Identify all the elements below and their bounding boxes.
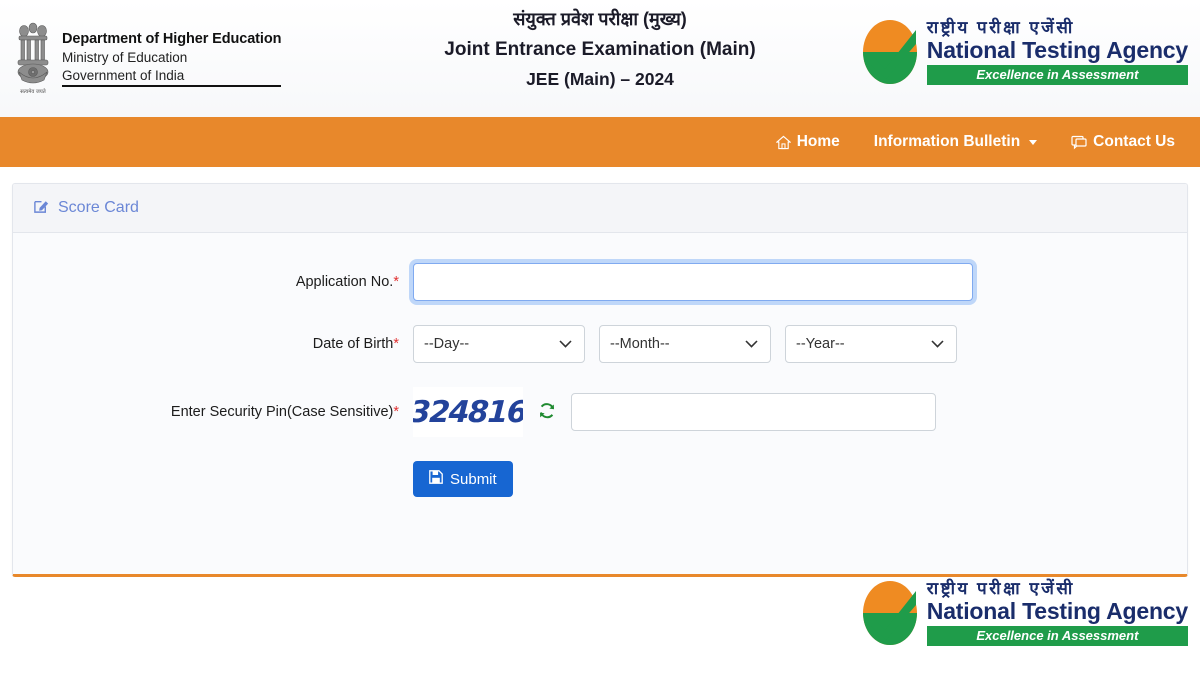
government-name: Government of India — [62, 67, 185, 83]
nav-item-home-label: Home — [796, 133, 840, 150]
nta-tick-oval-icon — [859, 577, 921, 649]
refresh-captcha-button[interactable] — [537, 401, 557, 424]
department-name: Department of Higher Education — [62, 30, 282, 47]
dob-year-wrapper: --Year-- — [785, 325, 957, 363]
nta-name-hindi: राष्ट्रीय परीक्षा एजेंसी — [926, 578, 1075, 598]
nta-name-hindi: राष्ट्रीय परीक्षा एजेंसी — [926, 17, 1075, 37]
nav-item-contact-us[interactable]: Contact Us — [1071, 133, 1175, 151]
nta-tagline: Excellence in Assessment — [926, 65, 1188, 86]
form-row-date-of-birth: Date of Birth* --Day-- --Month-- --Year-… — [13, 325, 1187, 363]
required-asterisk: * — [393, 404, 399, 420]
nta-name-english: National Testing Agency — [926, 598, 1188, 625]
ministry-name: Ministry of Education — [62, 49, 188, 65]
captcha-image: 324816 — [413, 387, 523, 437]
required-asterisk: * — [393, 336, 399, 352]
application-no-label: Application No.* — [13, 274, 413, 290]
date-of-birth-label-text: Date of Birth — [312, 336, 394, 352]
security-pin-input[interactable] — [571, 393, 936, 431]
application-no-label-text: Application No. — [295, 274, 394, 290]
submit-button[interactable]: Submit — [413, 461, 513, 497]
nta-tick-oval-icon — [859, 16, 921, 88]
site-header: सत्यमेव जयते Department of Higher Educat… — [0, 0, 1200, 117]
score-card-title: Score Card — [58, 199, 139, 216]
form-row-security-pin: Enter Security Pin(Case Sensitive)* 3248… — [13, 387, 1187, 437]
refresh-icon — [537, 401, 557, 424]
home-icon — [775, 135, 791, 150]
edit-square-icon — [33, 197, 50, 219]
date-of-birth-label: Date of Birth* — [13, 336, 413, 352]
score-card-panel: Score Card Application No.* Date of Birt… — [12, 183, 1188, 577]
captcha-text: 324816 — [413, 394, 523, 430]
site-footer: राष्ट्रीय परीक्षा एजेंसी National Testin… — [0, 577, 1200, 669]
nav-item-contact-us-label: Contact Us — [1093, 133, 1175, 150]
dob-year-select[interactable]: --Year-- — [785, 325, 957, 363]
nta-logo-header: राष्ट्रीय परीक्षा एजेंसी National Testin… — [859, 16, 1188, 88]
chevron-down-icon — [1029, 139, 1038, 145]
nta-logo-footer: राष्ट्रीय परीक्षा एजेंसी National Testin… — [859, 577, 1188, 649]
dob-month-select[interactable]: --Month-- — [599, 325, 771, 363]
emblem-caption: सत्यमेव जयते — [20, 88, 47, 95]
nav-item-information-bulletin-label: Information Bulletin — [873, 133, 1021, 150]
dob-day-select[interactable]: --Day-- — [413, 325, 585, 363]
score-card-form: Application No.* Date of Birth* --Day-- — [13, 233, 1187, 497]
score-card-header: Score Card — [13, 184, 1187, 233]
security-pin-label-text: Enter Security Pin(Case Sensitive) — [170, 404, 394, 420]
form-row-submit: Submit — [13, 461, 1187, 497]
dob-day-wrapper: --Day-- — [413, 325, 585, 363]
india-state-emblem-icon: सत्यमेव जयते — [17, 22, 49, 95]
nav-item-information-bulletin[interactable]: Information Bulletin — [873, 133, 1038, 151]
security-pin-label: Enter Security Pin(Case Sensitive)* — [13, 404, 413, 420]
dob-month-wrapper: --Month-- — [599, 325, 771, 363]
submit-field-group: Submit — [413, 461, 513, 497]
application-no-input[interactable] — [413, 263, 973, 301]
nta-logo-text: राष्ट्रीय परीक्षा एजेंसी National Testin… — [926, 578, 1188, 647]
submit-button-label: Submit — [450, 470, 497, 488]
nta-name-english: National Testing Agency — [926, 37, 1188, 64]
main-navigation: Home Information Bulletin Contact Us — [0, 117, 1200, 167]
application-no-field-group — [413, 263, 973, 301]
nav-item-home[interactable]: Home — [775, 133, 840, 151]
date-of-birth-field-group: --Day-- --Month-- --Year-- — [413, 325, 957, 363]
required-asterisk: * — [393, 274, 399, 290]
save-floppy-icon — [429, 470, 443, 488]
nta-tagline: Excellence in Assessment — [926, 626, 1188, 647]
security-pin-field-group: 324816 — [413, 387, 936, 437]
nta-logo-text: राष्ट्रीय परीक्षा एजेंसी National Testin… — [926, 17, 1188, 86]
main-content: Score Card Application No.* Date of Birt… — [0, 167, 1200, 577]
form-row-application-no: Application No.* — [13, 263, 1187, 301]
page-root: सत्यमेव जयते Department of Higher Educat… — [0, 0, 1200, 675]
department-text: Department of Higher Education Ministry … — [62, 30, 281, 88]
government-branding: सत्यमेव जयते Department of Higher Educat… — [0, 19, 300, 99]
chat-bubble-icon — [1071, 135, 1087, 150]
